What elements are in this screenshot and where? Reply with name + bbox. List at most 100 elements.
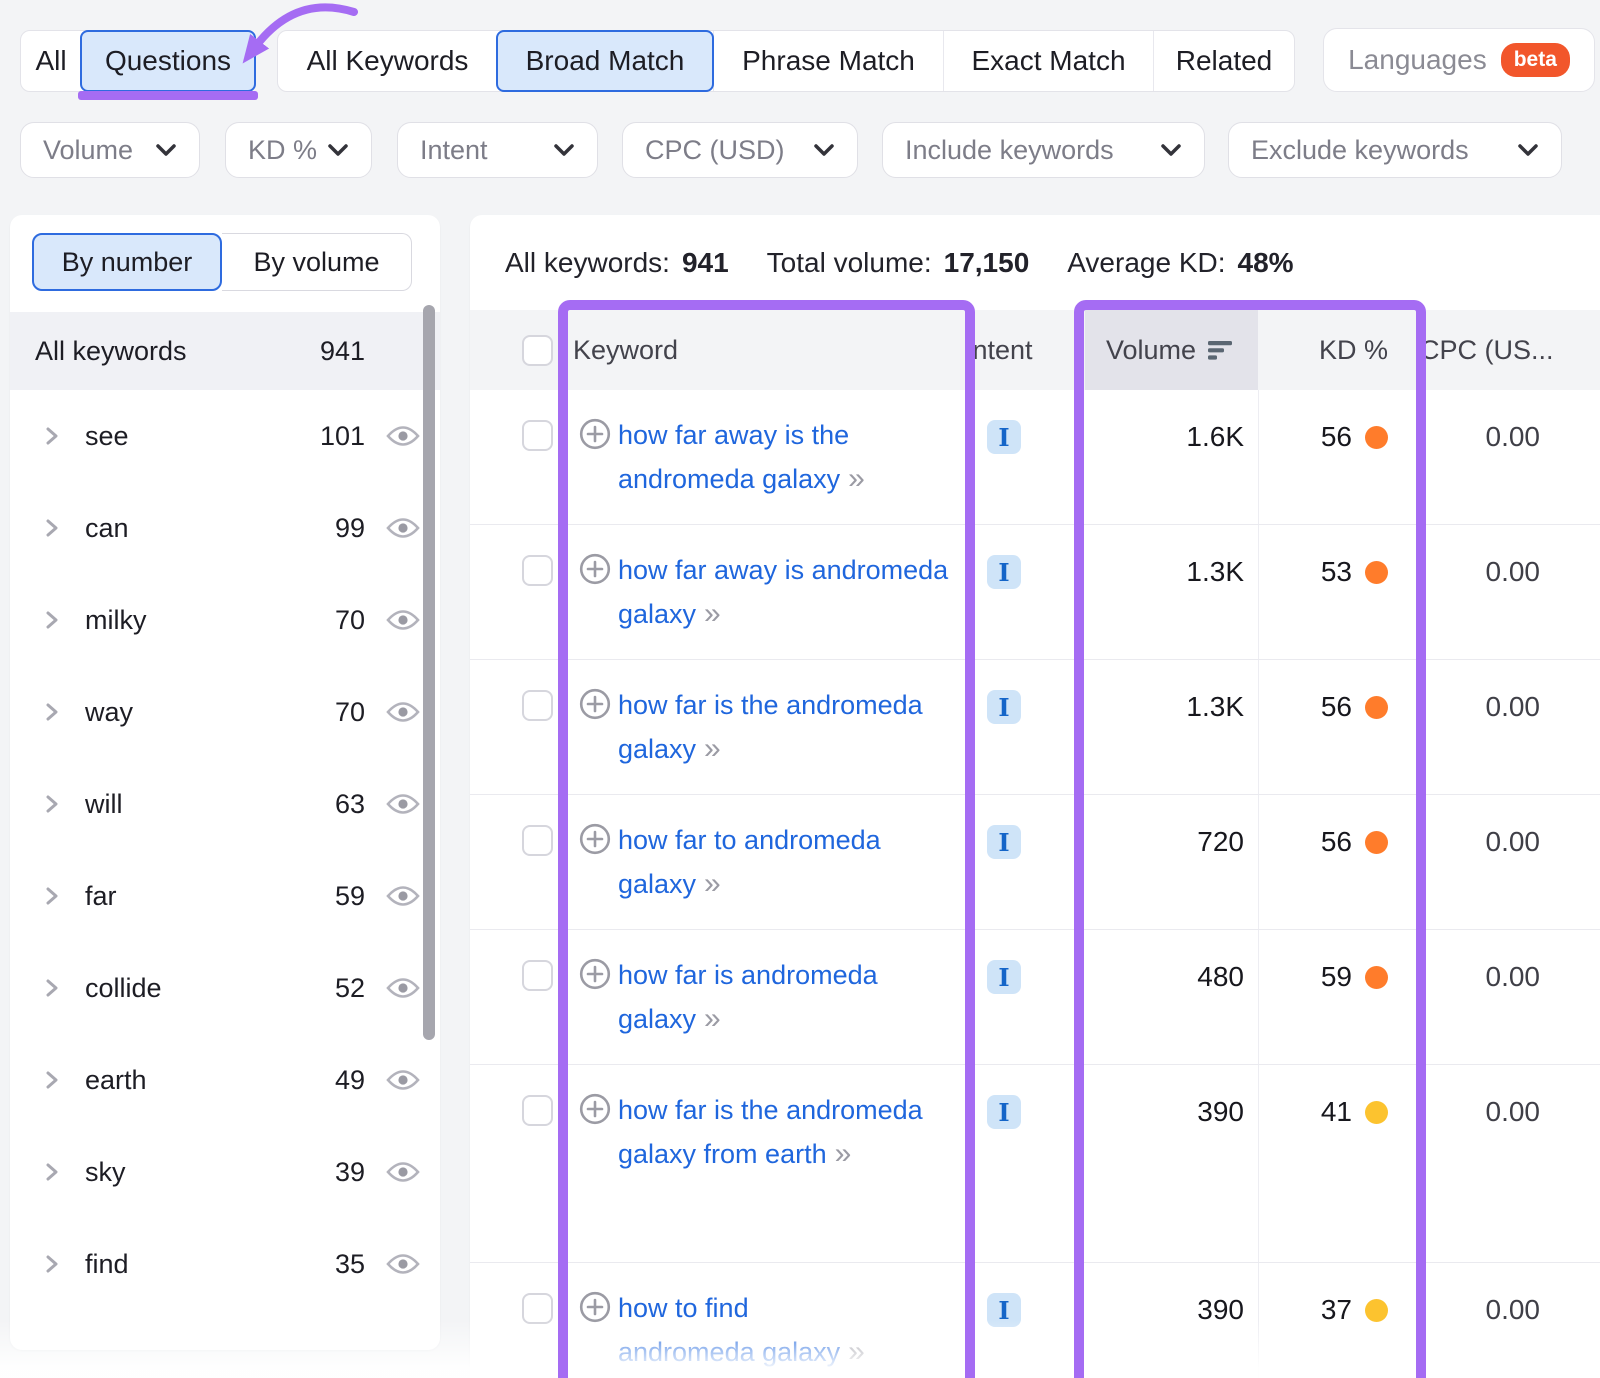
double-chevron-right-icon[interactable]: » [835,1137,854,1170]
circle-plus-icon[interactable] [578,1290,612,1324]
tab-related[interactable]: Related [1153,31,1294,91]
column-header-volume[interactable]: Volume [1085,310,1258,390]
sidebar-item-collide[interactable]: collide 52 [10,942,440,1034]
tab-phrase-match[interactable]: Phrase Match [713,31,943,91]
stat-average-kd: Average KD:48% [1067,247,1293,279]
chevron-right-icon[interactable] [45,794,61,814]
row-checkbox[interactable] [522,555,553,586]
circle-plus-icon[interactable] [578,1092,612,1126]
sidebar-scrollbar[interactable] [423,305,435,1040]
eye-icon[interactable] [365,1252,440,1276]
sidebar-item-milky[interactable]: milky 70 [10,574,440,666]
chevron-right-icon[interactable] [45,1070,61,1090]
chevron-down-icon [155,143,177,157]
double-chevron-right-icon[interactable]: » [704,1002,723,1035]
double-chevron-right-icon[interactable]: » [848,1335,867,1368]
table-row: how far away is andromeda galaxy» I 1.3K… [470,525,1600,660]
toggle-by-volume[interactable]: By volume [222,233,412,291]
circle-plus-icon[interactable] [578,822,612,856]
circle-plus-icon[interactable] [578,417,612,451]
intent-badge[interactable]: I [987,960,1021,994]
annotation-underline [78,91,258,100]
intent-badge[interactable]: I [987,1095,1021,1129]
column-divider [1258,1263,1259,1378]
tab-questions[interactable]: Questions [80,30,256,92]
table-row: how far is the andromeda galaxy» I 1.3K … [470,660,1600,795]
sidebar-item-way[interactable]: way 70 [10,666,440,758]
kd-difficulty-dot [1365,831,1388,854]
annotation-arrow-icon [238,2,360,70]
row-checkbox[interactable] [522,960,553,991]
sidebar-item-earth[interactable]: earth 49 [10,1034,440,1126]
sidebar-item-can[interactable]: can 99 [10,482,440,574]
keyword-link[interactable]: how far away is andromeda galaxy» [618,549,950,636]
double-chevron-right-icon[interactable]: » [704,867,723,900]
chevron-right-icon[interactable] [45,518,61,538]
sidebar-item-see[interactable]: see 101 [10,390,440,482]
row-checkbox[interactable] [522,825,553,856]
tab-broad-match[interactable]: Broad Match [496,30,714,92]
row-checkbox[interactable] [522,420,553,451]
eye-icon[interactable] [365,1068,440,1092]
circle-plus-icon[interactable] [578,957,612,991]
filter-volume[interactable]: Volume [20,122,200,178]
double-chevron-right-icon[interactable]: » [704,732,723,765]
chevron-right-icon[interactable] [45,1162,61,1182]
filter-cpc[interactable]: CPC (USD) [622,122,858,178]
table-row: how far is andromeda galaxy» I 480 59 0.… [470,930,1600,1065]
filter-kd[interactable]: KD % [225,122,372,178]
intent-badge[interactable]: I [987,825,1021,859]
select-all-checkbox[interactable] [522,335,553,366]
tab-exact-match[interactable]: Exact Match [943,31,1153,91]
filter-include-keywords[interactable]: Include keywords [882,122,1205,178]
keyword-link[interactable]: how far is the andromeda galaxy from ear… [618,1089,950,1176]
double-chevron-right-icon[interactable]: » [704,597,723,630]
chevron-right-icon[interactable] [45,702,61,722]
sidebar-group-list: see 101 can 99 milky 70 way 70 [10,390,440,1310]
table-body: how far away is the andromeda galaxy» I … [470,390,1600,1378]
sidebar-item-will[interactable]: will 63 [10,758,440,850]
table-stats-bar: All keywords:941 Total volume:17,150 Ave… [505,237,1294,289]
keyword-link[interactable]: how to find andromeda galaxy» [618,1287,868,1374]
column-header-kd[interactable]: KD % [1258,310,1410,390]
sidebar-item-find[interactable]: find 35 [10,1218,440,1310]
volume-value: 1.6K [1085,421,1244,453]
keyword-link[interactable]: how far away is the andromeda galaxy» [618,414,950,501]
chevron-right-icon[interactable] [45,610,61,630]
chevron-down-icon [1517,143,1539,157]
tab-all[interactable]: All [21,31,81,91]
sidebar-item-sky[interactable]: sky 39 [10,1126,440,1218]
chevron-right-icon[interactable] [45,426,61,446]
intent-badge[interactable]: I [987,555,1021,589]
intent-badge[interactable]: I [987,690,1021,724]
volume-value: 720 [1085,826,1244,858]
chevron-right-icon[interactable] [45,1254,61,1274]
intent-badge[interactable]: I [987,1293,1021,1327]
circle-plus-icon[interactable] [578,687,612,721]
cpc-value: 0.00 [1410,691,1540,723]
chevron-down-icon [327,143,349,157]
double-chevron-right-icon[interactable]: » [848,462,867,495]
kd-value: 56 [1258,821,1388,863]
circle-plus-icon[interactable] [578,552,612,586]
sidebar-item-far[interactable]: far 59 [10,850,440,942]
chevron-right-icon[interactable] [45,978,61,998]
chevron-right-icon[interactable] [45,886,61,906]
keyword-link[interactable]: how far to andromeda galaxy» [618,819,950,906]
keyword-link[interactable]: how far is andromeda galaxy» [618,954,950,1041]
keyword-link[interactable]: how far is the andromeda galaxy» [618,684,950,771]
row-checkbox[interactable] [522,690,553,721]
column-divider [1258,930,1259,1064]
kd-difficulty-dot [1365,696,1388,719]
kd-value: 41 [1258,1091,1388,1133]
column-header-cpc[interactable]: CPC (US... [1420,310,1554,390]
row-checkbox[interactable] [522,1293,553,1324]
intent-badge[interactable]: I [987,420,1021,454]
sidebar-all-keywords-row[interactable]: All keywords 941 [10,312,440,390]
toggle-by-number[interactable]: By number [32,233,222,291]
row-checkbox[interactable] [522,1095,553,1126]
languages-button[interactable]: Languages beta [1323,28,1595,92]
filter-exclude-keywords[interactable]: Exclude keywords [1228,122,1562,178]
eye-icon[interactable] [365,1160,440,1184]
filter-intent[interactable]: Intent [397,122,598,178]
